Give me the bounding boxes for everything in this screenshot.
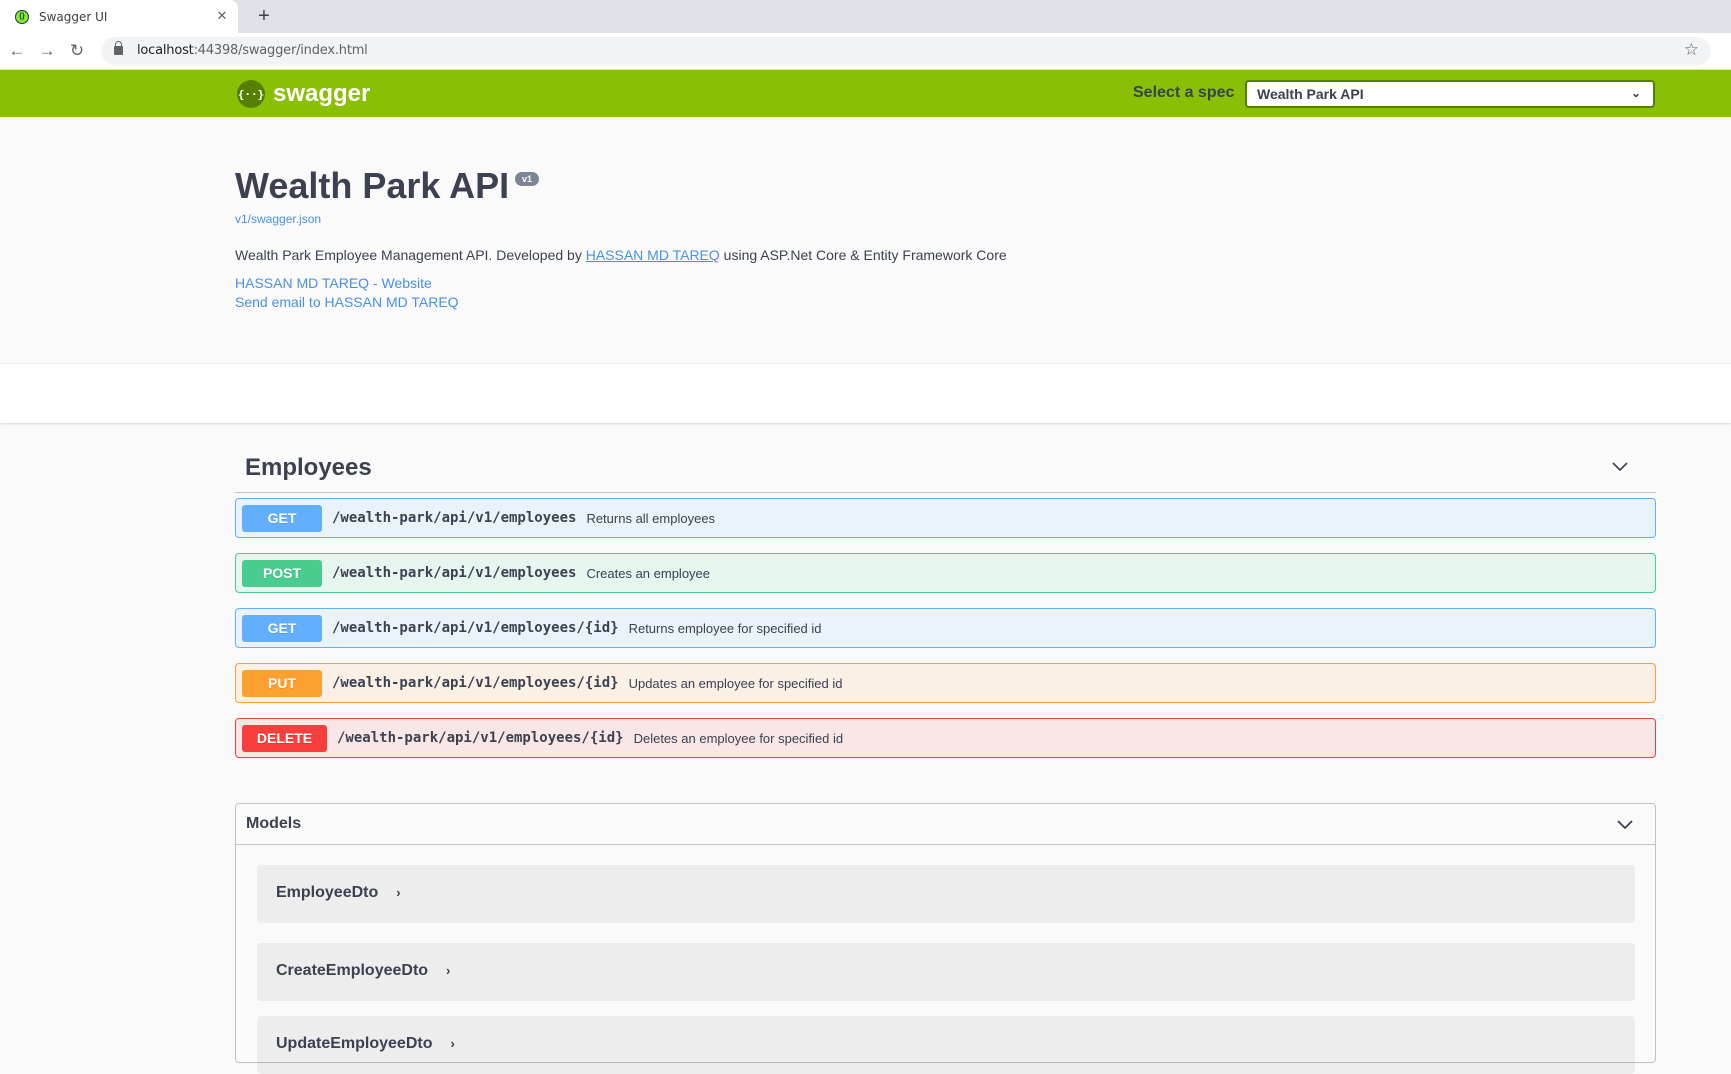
bookmark-star-icon[interactable]: ☆: [1684, 40, 1699, 60]
chevron-down-icon: [1617, 820, 1633, 830]
browser-tabstrip: {} Swagger UI ✕ +: [0, 0, 1731, 33]
address-bar[interactable]: localhost:44398/swagger/index.html ☆: [101, 37, 1711, 65]
tag-header[interactable]: Employees: [235, 448, 1656, 493]
lock-icon[interactable]: [114, 41, 123, 55]
close-tab-icon[interactable]: ✕: [214, 8, 230, 24]
email-link[interactable]: Send email to HASSAN MD TAREQ: [235, 294, 459, 310]
author-link[interactable]: HASSAN MD TAREQ: [586, 247, 720, 263]
new-tab-button[interactable]: +: [253, 5, 275, 27]
method-badge: GET: [242, 614, 322, 642]
method-badge: DELETE: [242, 724, 327, 752]
forward-icon[interactable]: →: [37, 41, 57, 61]
operation-summary: Returns all employees: [586, 510, 716, 526]
models-title: Models: [246, 815, 302, 832]
method-badge: POST: [242, 559, 322, 587]
spec-selected-value: Wealth Park API: [1257, 86, 1364, 102]
swagger-json-link[interactable]: v1/swagger.json: [235, 212, 321, 226]
tag-name: Employees: [245, 454, 372, 481]
operation-path: /wealth-park/api/v1/employees: [332, 510, 577, 526]
model-name: CreateEmployeeDto ›: [276, 962, 450, 980]
model-label: EmployeeDto: [276, 884, 379, 901]
opblock-get-employees[interactable]: GET /wealth-park/api/v1/employees Return…: [235, 498, 1656, 538]
chevron-right-icon: ›: [396, 885, 401, 900]
api-description: Wealth Park Employee Management API. Dev…: [235, 247, 1007, 263]
model-label: UpdateEmployeeDto: [276, 1035, 433, 1052]
chevron-right-icon: ›: [446, 963, 451, 978]
models-header[interactable]: Models: [236, 804, 1655, 845]
spec-select-label: Select a spec: [1133, 84, 1235, 101]
browser-toolbar: ← → ↻ localhost:44398/swagger/index.html…: [0, 33, 1731, 70]
chevron-right-icon: ›: [450, 1036, 455, 1051]
method-badge: PUT: [242, 669, 322, 697]
spec-select[interactable]: Wealth Park API ⌄: [1245, 80, 1655, 108]
website-link[interactable]: HASSAN MD TAREQ - Website: [235, 275, 432, 291]
api-info: Wealth Park API v1 v1/swagger.json Wealt…: [0, 117, 1731, 363]
url-text[interactable]: localhost:44398/swagger/index.html: [137, 43, 368, 58]
models-section: Models EmployeeDto › CreateEmployeeDto › U…: [235, 803, 1656, 1074]
operation-path: /wealth-park/api/v1/employees/{id}: [337, 730, 624, 746]
model-name: EmployeeDto ›: [276, 884, 401, 902]
opblock-get-employee-by-id[interactable]: GET /wealth-park/api/v1/employees/{id} R…: [235, 608, 1656, 648]
operation-path: /wealth-park/api/v1/employees/{id}: [332, 620, 619, 636]
opblock-delete-employee-by-id[interactable]: DELETE /wealth-park/api/v1/employees/{id…: [235, 718, 1656, 758]
swagger-favicon-icon: {}: [15, 9, 29, 24]
opblock-post-employees[interactable]: POST /wealth-park/api/v1/employees Creat…: [235, 553, 1656, 593]
operation-summary: Updates an employee for specified id: [628, 675, 843, 691]
api-title: Wealth Park API: [235, 165, 510, 206]
reload-icon[interactable]: ↻: [67, 41, 87, 61]
opblock-put-employee-by-id[interactable]: PUT /wealth-park/api/v1/employees/{id} U…: [235, 663, 1656, 703]
operation-summary: Creates an employee: [586, 565, 711, 581]
model-item[interactable]: UpdateEmployeeDto ›: [257, 1016, 1635, 1074]
swagger-topbar: {··} swagger Select a spec Wealth Park A…: [0, 70, 1731, 117]
chevron-down-icon: ⌄: [1630, 86, 1641, 100]
tab-title: Swagger UI: [39, 9, 108, 24]
operation-summary: Returns employee for specified id: [628, 620, 822, 636]
browser-tab[interactable]: {} Swagger UI ✕: [0, 0, 238, 33]
swagger-logo[interactable]: {··} swagger: [237, 80, 370, 108]
operation-path: /wealth-park/api/v1/employees: [332, 565, 577, 581]
operation-summary: Deletes an employee for specified id: [633, 730, 844, 746]
version-badge: v1: [515, 172, 540, 186]
chevron-down-icon: [1612, 462, 1628, 472]
model-item[interactable]: EmployeeDto ›: [257, 865, 1635, 923]
model-item[interactable]: CreateEmployeeDto ›: [257, 943, 1635, 1001]
scheme-container: [0, 363, 1731, 423]
description-text: Wealth Park Employee Management API. Dev…: [235, 247, 586, 263]
description-text-suffix: using ASP.Net Core & Entity Framework Co…: [719, 247, 1007, 263]
tag-section-employees: Employees GET /wealth-park/api/v1/employ…: [235, 448, 1656, 758]
method-badge: GET: [242, 504, 322, 532]
back-icon[interactable]: ←: [7, 41, 27, 61]
operation-path: /wealth-park/api/v1/employees/{id}: [332, 675, 619, 691]
model-label: CreateEmployeeDto: [276, 962, 429, 979]
model-name: UpdateEmployeeDto ›: [276, 1035, 455, 1053]
swagger-logo-icon: {··}: [237, 80, 265, 108]
swagger-logo-text: swagger: [273, 80, 371, 107]
